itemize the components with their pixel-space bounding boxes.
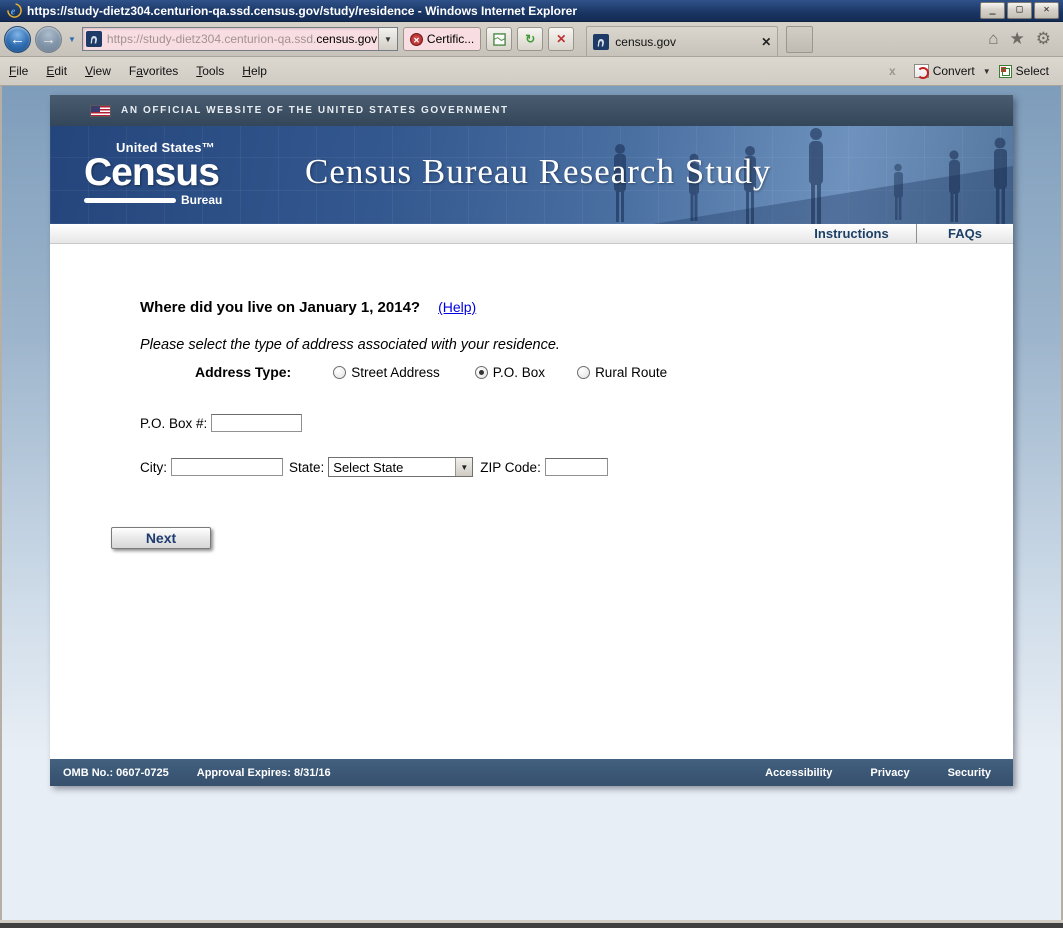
po-box-field-row: P.O. Box #: [140,414,302,432]
convert-icon [914,64,929,78]
tab-title: census.gov [615,35,755,49]
address-dropdown-button[interactable]: ▼ [378,28,397,50]
state-select-value: Select State [329,458,455,476]
state-select[interactable]: Select State ▼ [328,457,473,477]
question-text: Where did you live on January 1, 2014? [140,299,420,316]
zip-code-input[interactable] [545,458,608,476]
state-select-dropdown-icon[interactable]: ▼ [455,458,472,476]
address-bar[interactable]: https://study-dietz304.centurion-qa.ssd.… [82,27,398,51]
toolbar-close-icon[interactable]: x [889,64,896,78]
window-titlebar[interactable]: e https://study-dietz304.centurion-qa.ss… [0,0,1063,22]
faqs-link[interactable]: FAQs [917,224,1013,243]
back-button[interactable]: ← [4,26,31,53]
convert-dropdown-icon[interactable]: ▼ [983,67,991,76]
street-address-radio[interactable] [333,366,346,379]
recent-pages-dropdown-icon[interactable]: ▼ [68,35,76,44]
browser-navbar: ← → ▼ https://study-dietz304.centurion-q… [0,22,1063,57]
question-subtitle: Please select the type of address associ… [140,337,560,353]
url-domain: census.gov [316,32,377,46]
rural-route-label[interactable]: Rural Route [595,365,667,380]
accessibility-link[interactable]: Accessibility [765,767,832,779]
approval-expires: Approval Expires: 8/31/16 [197,767,331,779]
certificate-shield-icon: ✕ [410,33,423,46]
zip-code-label: ZIP Code: [480,460,541,475]
close-button[interactable]: ✕ [1034,2,1059,19]
menu-help[interactable]: Help [233,60,276,82]
tab-favicon-icon [593,34,609,50]
menu-bar: File Edit View Favorites Tools Help x Co… [0,57,1063,86]
refresh-button[interactable]: ↻ [517,27,543,51]
logo-underline-bar [84,198,176,203]
privacy-link[interactable]: Privacy [870,767,909,779]
svg-text:e: e [10,6,15,17]
pdf-convert-button[interactable]: Convert [914,64,975,78]
po-box-radio[interactable] [475,366,488,379]
radio-option-rural-route[interactable]: Rural Route [577,365,667,380]
menu-view[interactable]: View [76,60,120,82]
settings-gear-icon[interactable]: ⚙ [1036,29,1051,49]
page-viewport: AN OFFICIAL WEBSITE OF THE UNITED STATES… [0,86,1063,920]
radio-option-po-box[interactable]: P.O. Box [475,365,545,380]
city-state-zip-row: City: State: Select State ▼ ZIP Code: [140,457,608,477]
certificate-error-label: Certific... [427,32,474,46]
select-icon [999,65,1012,78]
help-link[interactable]: (Help) [438,299,476,315]
new-tab-button[interactable] [786,26,813,53]
compatibility-view-button[interactable] [486,27,512,51]
minimize-button[interactable]: _ [980,2,1005,19]
page-title: Census Bureau Research Study [305,152,771,192]
pdf-select-button[interactable]: Select [999,64,1049,78]
city-input[interactable] [171,458,283,476]
census-bureau-logo: United States™ Census Bureau [84,140,234,207]
po-box-number-input[interactable] [211,414,302,432]
omb-number: OMB No.: 0607-0725 [63,767,169,779]
city-label: City: [140,460,167,475]
favorites-star-icon[interactable]: ★ [1010,29,1025,49]
security-link[interactable]: Security [948,767,991,779]
subnav-bar: Instructions FAQs [50,224,1013,244]
po-box-number-label: P.O. Box #: [140,416,207,431]
menu-favorites[interactable]: Favorites [120,60,187,82]
page-footer: OMB No.: 0607-0725 Approval Expires: 8/3… [50,759,1013,786]
street-address-label[interactable]: Street Address [351,365,440,380]
state-label: State: [289,460,324,475]
logo-bureau: Bureau [181,193,222,207]
tab-close-icon[interactable]: ✕ [761,35,771,49]
certificate-error-button[interactable]: ✕ Certific... [403,27,481,51]
us-flag-icon [90,105,111,117]
address-type-row: Address Type: Street Address P.O. Box Ru… [195,364,667,380]
window-title: https://study-dietz304.centurion-qa.ssd.… [27,4,980,18]
address-type-label: Address Type: [195,364,291,380]
ie-logo-icon: e [6,3,22,19]
site-favicon-icon [86,31,102,47]
stop-button[interactable]: ✕ [548,27,574,51]
form-area: Where did you live on January 1, 2014? (… [50,244,1013,759]
menu-tools[interactable]: Tools [187,60,233,82]
census-header: United States™ Census Bureau Census Bure… [50,126,1013,224]
browser-tab[interactable]: census.gov ✕ [586,26,778,56]
forward-button[interactable]: → [35,26,62,53]
url-text[interactable]: https://study-dietz304.centurion-qa.ssd.… [107,32,378,46]
home-icon[interactable]: ⌂ [988,29,998,49]
maximize-button[interactable]: □ [1007,2,1032,19]
radio-option-street-address[interactable]: Street Address [333,365,440,380]
url-prefix: https://study-dietz304.centurion-qa.ssd. [107,32,316,46]
gov-banner-text: AN OFFICIAL WEBSITE OF THE UNITED STATES… [121,105,509,116]
instructions-link[interactable]: Instructions [787,224,917,243]
official-gov-banner: AN OFFICIAL WEBSITE OF THE UNITED STATES… [50,95,1013,126]
rural-route-radio[interactable] [577,366,590,379]
menu-edit[interactable]: Edit [37,60,76,82]
logo-census: Census [84,155,234,191]
next-button[interactable]: Next [111,527,211,549]
window-bottom-frame [0,920,1063,928]
menu-file[interactable]: File [0,60,37,82]
content-card: AN OFFICIAL WEBSITE OF THE UNITED STATES… [50,95,1013,786]
po-box-label[interactable]: P.O. Box [493,365,545,380]
